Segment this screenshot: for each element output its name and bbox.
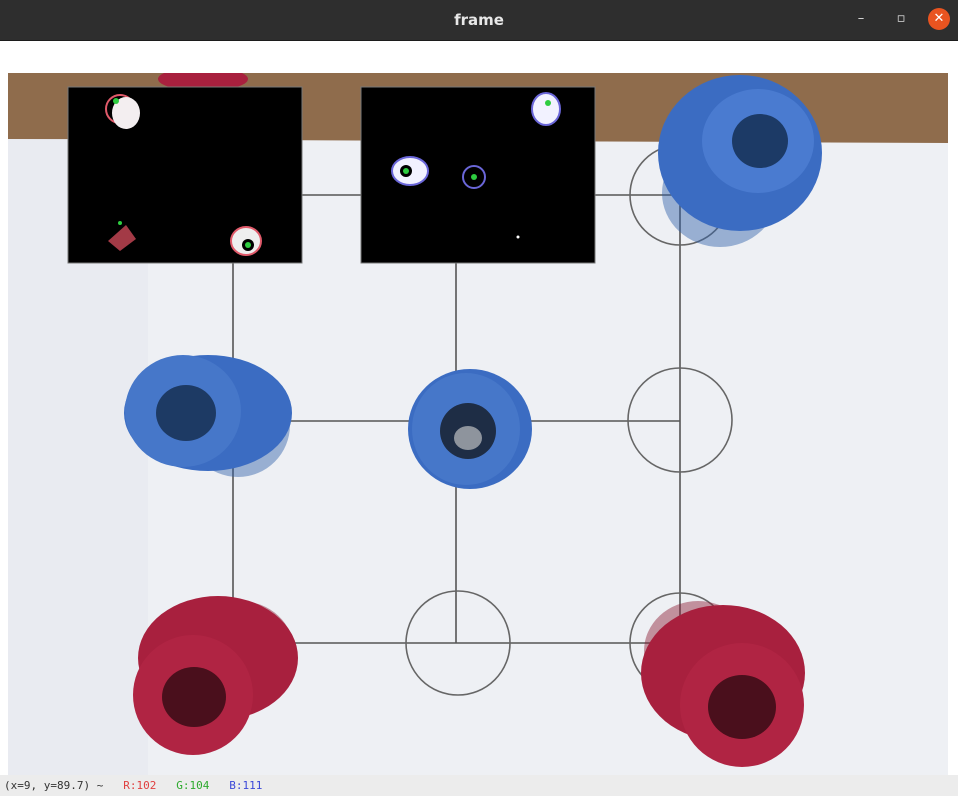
blue-piece-center — [408, 369, 532, 489]
close-icon[interactable]: ✕ — [928, 8, 950, 30]
pixel-green-value: G:104 — [176, 779, 210, 792]
maximize-icon[interactable]: ▫ — [890, 8, 912, 30]
cursor-coordinates: (x=9, y=89.7) ~ — [4, 779, 104, 792]
blue-mask-inset — [360, 86, 596, 264]
status-bar: (x=9, y=89.7) ~ R:102 G:104 B:111 — [0, 775, 958, 796]
pixel-blue-value: B:111 — [229, 779, 263, 792]
red-mask-inset — [67, 86, 303, 264]
camera-frame — [8, 73, 948, 775]
minimize-icon[interactable]: – — [850, 8, 872, 30]
window-content — [0, 41, 958, 775]
window-title: frame — [454, 11, 504, 29]
pixel-red-value: R:102 — [123, 779, 157, 792]
title-bar[interactable]: frame – ▫ ✕ — [0, 0, 958, 41]
